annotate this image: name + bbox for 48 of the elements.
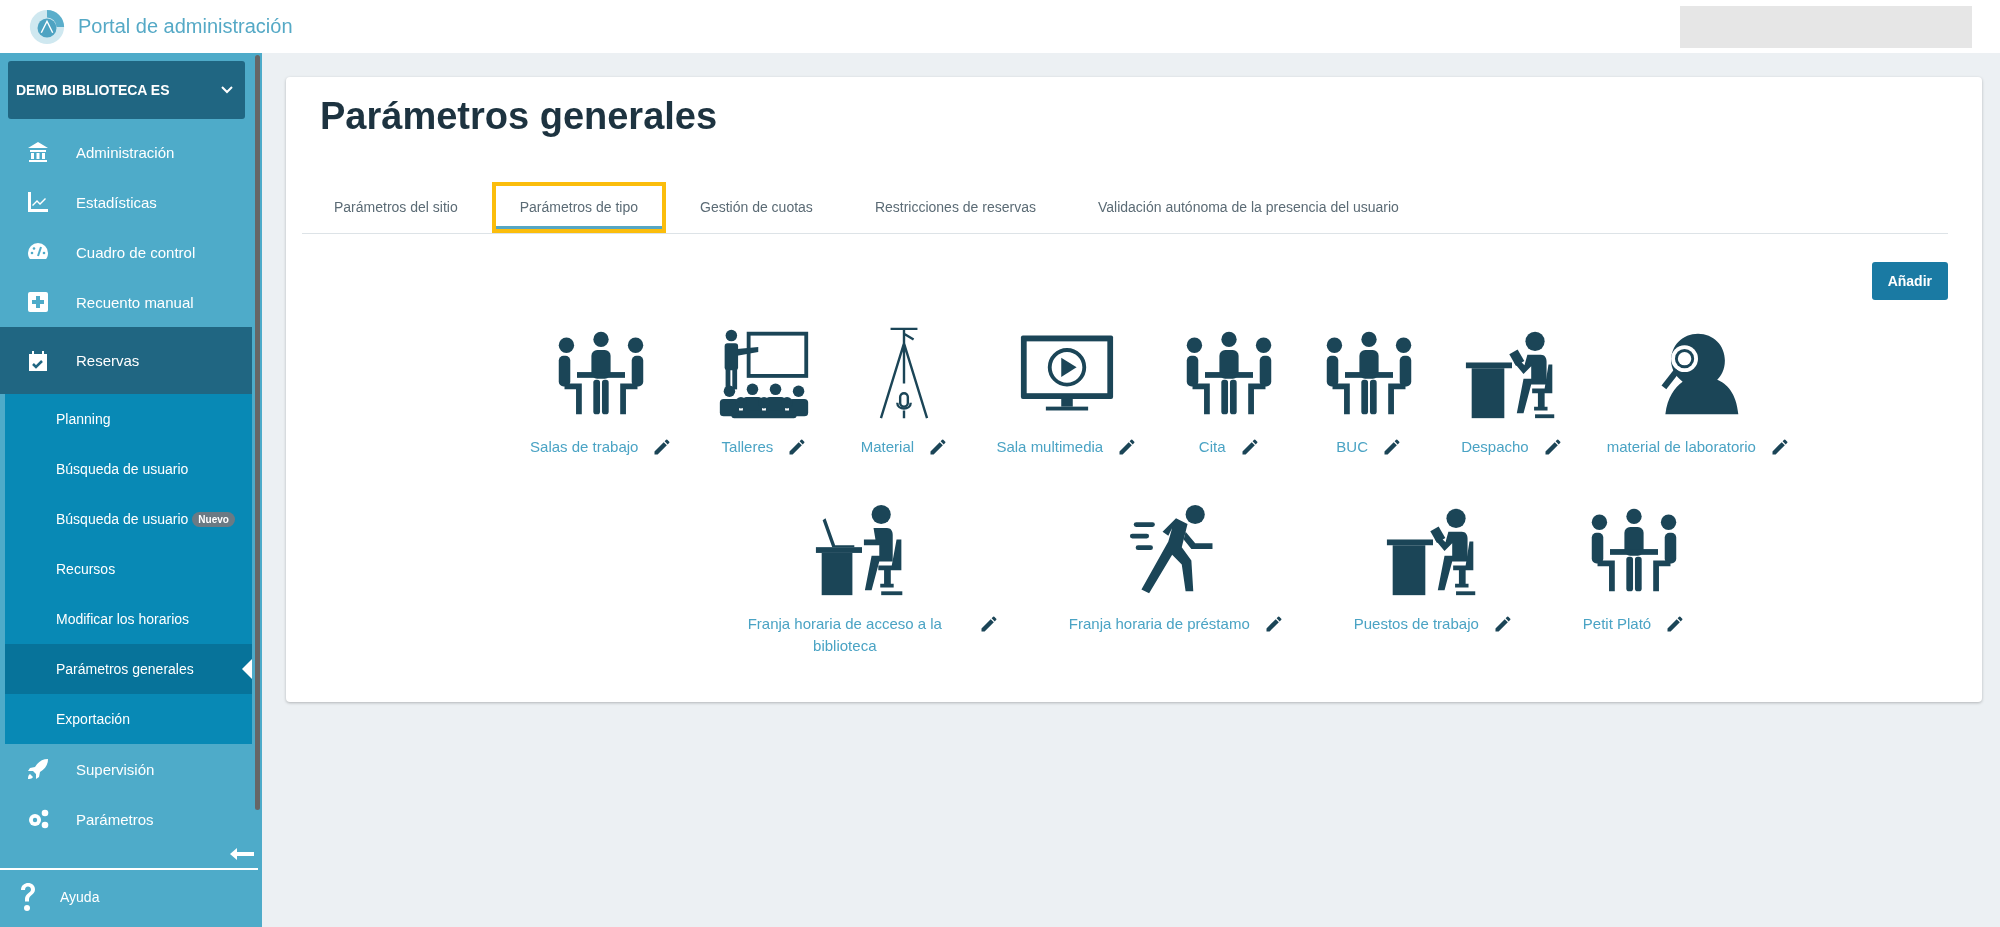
submenu-item[interactable]: Recursos	[5, 544, 252, 594]
calendar-check-icon	[26, 348, 50, 373]
scrollbar[interactable]	[255, 55, 260, 810]
type-link[interactable]: Puestos de trabajo	[1353, 612, 1479, 635]
submenu-item[interactable]: Planning	[5, 394, 252, 444]
app-title: Portal de administración	[78, 15, 293, 38]
type-link[interactable]: material de laboratorio	[1606, 436, 1756, 459]
submenu-item[interactable]: Parámetros generales	[5, 644, 252, 694]
arrow-left-icon[interactable]	[230, 848, 254, 860]
nav-item[interactable]: Supervisión	[0, 744, 262, 794]
add-button[interactable]: Añadir	[1871, 262, 1948, 300]
submenu-item[interactable]: Modificar los horarios	[5, 594, 252, 644]
chevron-down-icon	[221, 86, 233, 94]
submenu-item[interactable]: Búsqueda de usuario	[5, 444, 252, 494]
tab[interactable]: Parámetros de tipo	[491, 182, 666, 233]
type-link[interactable]: Despacho	[1461, 436, 1529, 459]
type-link[interactable]: Sala multimedia	[996, 436, 1104, 459]
tab[interactable]: Gestión de cuotas	[672, 182, 841, 233]
library-selector[interactable]: DEMO BIBLIOTECA ES	[8, 61, 245, 119]
type-link[interactable]: Petit Plató	[1582, 612, 1652, 635]
plus-icon	[26, 290, 50, 314]
nav-item[interactable]: Reservas	[0, 327, 252, 394]
selection-pointer-icon	[242, 659, 252, 679]
tab[interactable]: Parámetros del sitio	[306, 182, 486, 233]
submenu-item[interactable]: Exportación	[5, 694, 252, 744]
page-title: Parámetros generales	[320, 95, 719, 138]
settings-icon	[26, 807, 50, 831]
type-link[interactable]: BUC	[1336, 436, 1368, 459]
chart-icon	[26, 190, 50, 214]
new-badge: Nuevo	[192, 511, 235, 527]
type-link[interactable]: Material	[860, 436, 915, 459]
type-link[interactable]: Cita	[1198, 436, 1226, 459]
nav-item[interactable]: Administración	[0, 127, 262, 177]
type-link[interactable]: Franja horaria de préstamo	[1068, 612, 1250, 635]
bank-icon	[26, 140, 50, 164]
tab[interactable]: Validación autónoma de la presencia del usuario	[1069, 182, 1427, 233]
type-link[interactable]: Salas de trabajo	[530, 436, 639, 459]
nav-item[interactable]: Estadísticas	[0, 177, 262, 227]
type-link[interactable]: Franja horaria de acceso a la biblioteca	[724, 612, 965, 658]
logo-icon	[28, 7, 66, 46]
edit-pencil-icon[interactable]	[1382, 437, 1402, 457]
help-link[interactable]: Ayuda	[0, 870, 262, 912]
question-icon	[18, 882, 38, 912]
submenu-item[interactable]: Búsqueda de usuario Nuevo	[5, 494, 252, 544]
tab[interactable]: Restricciones de reservas	[846, 182, 1064, 233]
rocket-icon	[26, 757, 50, 781]
nav-item[interactable]: Parámetros	[0, 794, 262, 844]
type-link[interactable]: Talleres	[721, 436, 774, 459]
